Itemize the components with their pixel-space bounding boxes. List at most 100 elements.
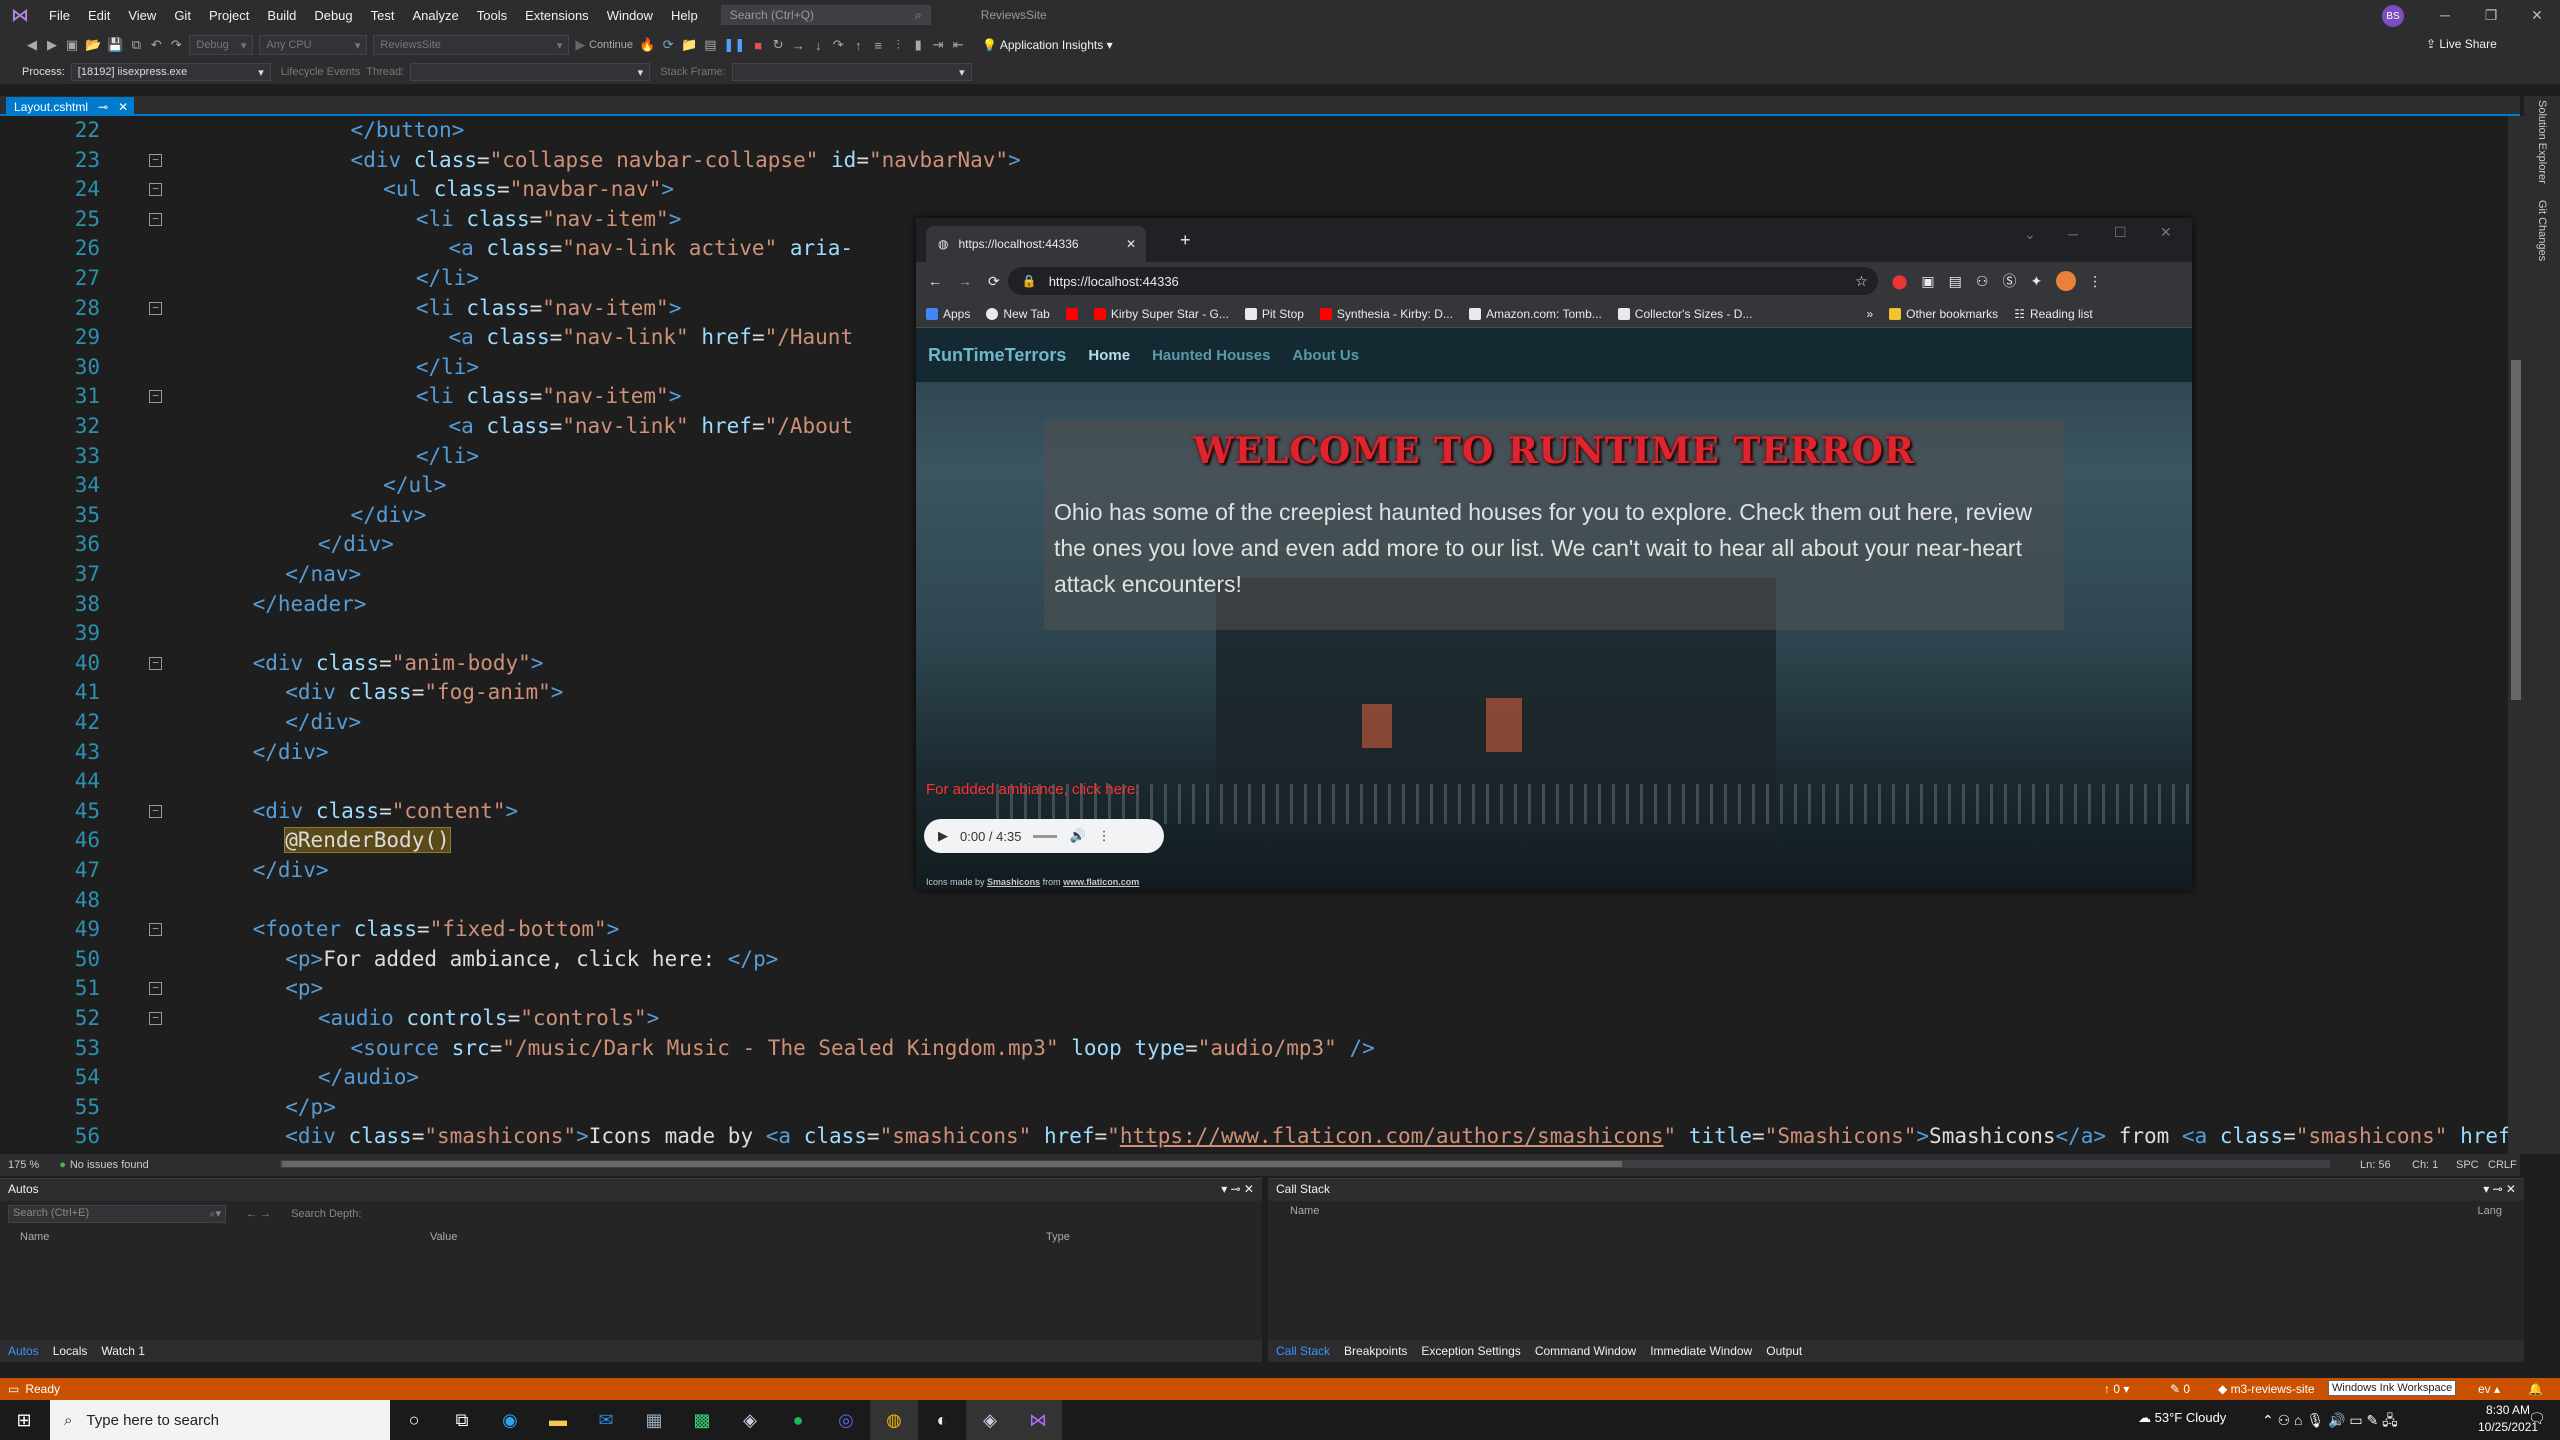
code-line[interactable]: </header>: [253, 590, 367, 620]
menu-debug[interactable]: Debug: [305, 8, 361, 23]
steam-active-icon[interactable]: ◈: [966, 1400, 1014, 1440]
play-icon[interactable]: ▶: [938, 828, 948, 844]
close-icon[interactable]: ✕: [1126, 237, 1136, 251]
issues-status[interactable]: No issues found: [70, 1159, 149, 1171]
notifications-icon[interactable]: 🔔: [2528, 1382, 2543, 1396]
zoom-level[interactable]: 175 %: [8, 1159, 39, 1171]
menu-file[interactable]: File: [40, 8, 79, 23]
code-line[interactable]: <p>: [285, 974, 323, 1004]
bookmark-item[interactable]: Synthesia - Kirby: D...: [1319, 307, 1453, 321]
back-icon[interactable]: ←: [928, 273, 942, 289]
volume-icon[interactable]: 🔊: [1069, 828, 1085, 844]
pin-icon[interactable]: ⊸: [98, 100, 108, 114]
code-line[interactable]: </li>: [416, 264, 479, 294]
menu-test[interactable]: Test: [362, 8, 404, 23]
collapse-icon[interactable]: −: [149, 982, 162, 996]
menu-project[interactable]: Project: [200, 8, 258, 23]
browser-tab[interactable]: ◍ https://localhost:44336 ✕: [926, 226, 1146, 262]
code-line[interactable]: </audio>: [318, 1063, 419, 1093]
close-icon[interactable]: ✕: [2160, 224, 2172, 241]
steam-icon[interactable]: ◈: [726, 1400, 774, 1440]
site-brand[interactable]: RunTimeTerrors: [928, 345, 1066, 366]
restore-icon[interactable]: ❐: [2468, 0, 2514, 30]
tab-breakpoints[interactable]: Breakpoints: [1344, 1344, 1407, 1358]
extension-icon[interactable]: ⚇: [1976, 273, 1989, 290]
code-line[interactable]: </div>: [253, 856, 329, 886]
code-line[interactable]: <footer class="fixed-bottom">: [253, 915, 620, 945]
tab-call-stack[interactable]: Call Stack: [1276, 1344, 1330, 1358]
extension-icon[interactable]: ▤: [1949, 273, 1962, 290]
code-line[interactable]: </p>: [285, 1093, 336, 1123]
collapse-icon[interactable]: −: [149, 923, 162, 937]
menu-help[interactable]: Help: [662, 8, 707, 23]
undo-icon[interactable]: ↶: [146, 34, 166, 56]
tray-icons[interactable]: ⌃ ⚇ ⌂ 🎙 🔊 ▭ ✎ 🖧: [2262, 1410, 2398, 1434]
github-icon[interactable]: ◐: [918, 1400, 966, 1440]
windows-start-icon[interactable]: ⊞: [0, 1400, 48, 1440]
open-icon[interactable]: 📂: [82, 34, 104, 56]
column-type[interactable]: Type: [1046, 1231, 1070, 1243]
lifecycle-events-button[interactable]: Lifecycle Events: [281, 66, 360, 78]
quick-search-input[interactable]: Search (Ctrl+Q) ⌕: [720, 5, 931, 25]
save-icon[interactable]: 💾: [104, 34, 126, 56]
application-insights-button[interactable]: 💡 Application Insights ▾: [982, 38, 1112, 52]
bookmark-item[interactable]: Collector's Sizes - D...: [1617, 307, 1752, 321]
nav-about-us[interactable]: About Us: [1292, 347, 1359, 364]
minimize-icon[interactable]: ─: [2068, 226, 2078, 242]
edge-icon[interactable]: ◉: [486, 1400, 534, 1440]
collapse-icon[interactable]: −: [149, 656, 162, 670]
star-icon[interactable]: ☆: [1855, 273, 1868, 290]
task-view-icon[interactable]: ⧉: [438, 1400, 486, 1440]
url-input[interactable]: 🔒 https://localhost:44336 ☆: [1007, 267, 1878, 295]
code-line[interactable]: <a class="nav-link active" aria-: [448, 234, 853, 264]
continue-button[interactable]: ▶ Continue: [572, 34, 636, 56]
chrome-icon[interactable]: ◍: [870, 1400, 918, 1440]
code-line[interactable]: </div>: [351, 501, 427, 531]
pause-icon[interactable]: ❚❚: [720, 34, 748, 56]
code-line[interactable]: <ul class="navbar-nav">: [383, 175, 674, 205]
browse-icon[interactable]: 📁: [678, 34, 700, 56]
format-icon[interactable]: ≡: [868, 34, 888, 56]
code-line[interactable]: <div class="content">: [253, 797, 519, 827]
code-line[interactable]: </li>: [416, 353, 479, 383]
vertical-scrollbar-thumb[interactable]: [2511, 360, 2521, 700]
discord-icon[interactable]: ◎: [822, 1400, 870, 1440]
extension-icon[interactable]: Ⓢ: [2002, 271, 2016, 291]
menu-extensions[interactable]: Extensions: [516, 8, 598, 23]
profile-avatar[interactable]: [2056, 271, 2077, 291]
solution-explorer-tab[interactable]: Solution Explorer: [2536, 100, 2548, 184]
nav-home[interactable]: Home: [1088, 347, 1130, 364]
code-line[interactable]: <li class="nav-item">: [416, 205, 682, 235]
bookmark-item[interactable]: [1065, 307, 1078, 320]
comment-icon[interactable]: ⫶: [888, 34, 908, 56]
git-changes-tab[interactable]: Git Changes: [2536, 200, 2548, 261]
close-icon[interactable]: ✕: [2514, 0, 2560, 30]
maximize-icon[interactable]: ☐: [2114, 224, 2127, 241]
code-line[interactable]: <div class="smashicons">Icons made by <a…: [285, 1122, 2508, 1152]
collapse-icon[interactable]: −: [149, 212, 162, 226]
tab-output[interactable]: Output: [1766, 1344, 1802, 1358]
menu-edit[interactable]: Edit: [79, 8, 119, 23]
code-line[interactable]: <div class="collapse navbar-collapse" id…: [351, 146, 1021, 176]
step-over-icon[interactable]: ↷: [828, 34, 848, 56]
horizontal-scrollbar-thumb[interactable]: [282, 1161, 1622, 1167]
column-name[interactable]: Name: [1290, 1205, 1319, 1217]
extension-icon[interactable]: ▣: [1921, 273, 1934, 290]
code-line[interactable]: </div>: [253, 738, 329, 768]
code-line[interactable]: </li>: [416, 442, 479, 472]
process-select[interactable]: [18192] iisexpress.exe ▾: [70, 63, 271, 81]
bookmark-item[interactable]: Kirby Super Star - G...: [1093, 307, 1229, 321]
configuration-select[interactable]: Debug ▾: [189, 35, 254, 55]
collapse-icon[interactable]: −: [149, 1012, 162, 1025]
reading-list[interactable]: ☷ Reading list: [2014, 307, 2092, 321]
tab-immediate-window[interactable]: Immediate Window: [1650, 1344, 1752, 1358]
step-into-icon[interactable]: ↓: [808, 34, 828, 56]
hot-reload-icon[interactable]: 🔥: [636, 34, 658, 56]
menu-window[interactable]: Window: [598, 8, 662, 23]
pending-changes-status[interactable]: ✎ 0: [2170, 1382, 2190, 1396]
new-tab-icon[interactable]: +: [1180, 230, 1191, 251]
nav-haunted-houses[interactable]: Haunted Houses: [1152, 347, 1270, 364]
credit-site-link[interactable]: www.flaticon.com: [1063, 877, 1139, 887]
tab-locals[interactable]: Locals: [53, 1344, 88, 1358]
code-line[interactable]: @RenderBody(): [284, 826, 451, 856]
